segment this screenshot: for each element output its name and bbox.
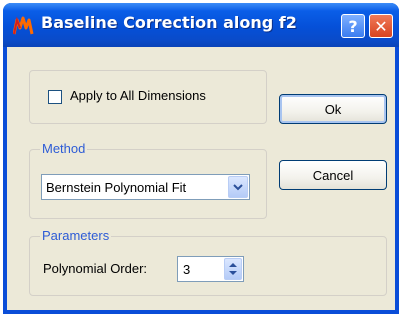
options-group: Apply to All Dimensions (29, 70, 267, 124)
help-button[interactable]: ? (341, 14, 365, 38)
parameters-group-title: Parameters (40, 228, 112, 243)
window-title: Baseline Correction along f2 (41, 13, 297, 32)
dialog-window: Baseline Correction along f2 ? ✕ Apply t… (3, 3, 399, 314)
method-group-title: Method (40, 141, 88, 156)
app-logo-icon (13, 16, 34, 35)
apply-all-label[interactable]: Apply to All Dimensions (70, 88, 206, 103)
close-icon: ✕ (374, 16, 388, 36)
polynomial-order-label: Polynomial Order: (43, 261, 148, 276)
polynomial-order-value: 3 (183, 262, 191, 277)
dialog-client-area: Apply to All Dimensions Method Bernstein… (7, 47, 395, 310)
chevron-down-icon[interactable] (228, 176, 248, 198)
close-button[interactable]: ✕ (369, 14, 393, 38)
cancel-button[interactable]: Cancel (279, 160, 387, 190)
method-select[interactable]: Bernstein Polynomial Fit (41, 174, 250, 200)
polynomial-order-stepper[interactable]: 3 (177, 256, 244, 282)
method-select-value: Bernstein Polynomial Fit (46, 180, 187, 195)
apply-all-checkbox[interactable] (48, 90, 62, 104)
ok-button[interactable]: Ok (279, 94, 387, 124)
help-icon: ? (348, 16, 358, 36)
title-bar[interactable]: Baseline Correction along f2 ? ✕ (3, 3, 399, 47)
spin-arrows-icon[interactable] (224, 258, 242, 280)
